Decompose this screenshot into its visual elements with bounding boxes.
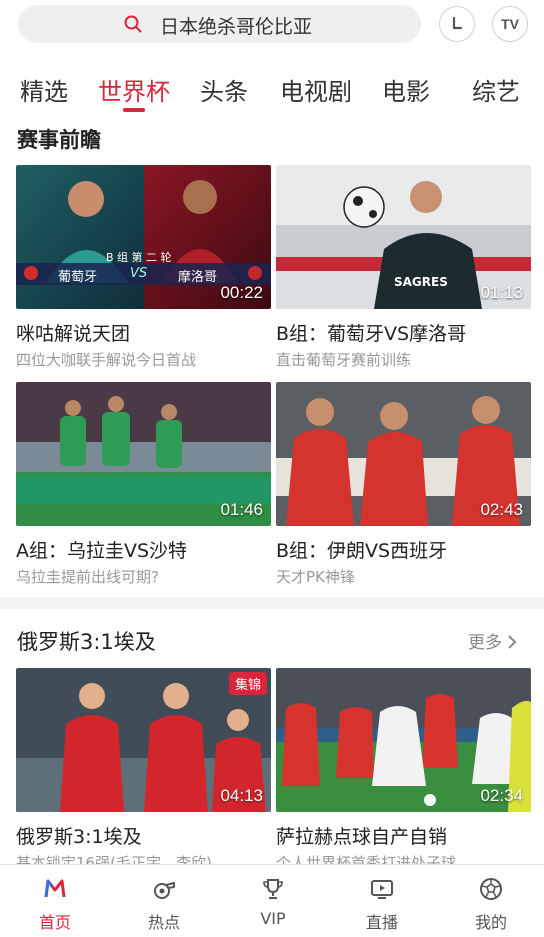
video-thumbnail[interactable]: 02:34 — [276, 668, 531, 812]
bottom-navigation: 首页 热点 VIP 直播 我的 — [0, 864, 544, 937]
nav-label-live: 直播 — [365, 913, 398, 932]
search-bar[interactable]: 日本绝杀哥伦比亚 — [18, 5, 421, 43]
match-round-label: B 组 第 二 轮 — [106, 251, 172, 264]
chevron-right-icon — [508, 635, 517, 649]
video-duration: 02:43 — [480, 500, 523, 519]
trophy-icon — [263, 879, 283, 899]
search-icon — [124, 15, 142, 33]
more-link[interactable]: 更多 — [468, 628, 517, 653]
tab-world-cup[interactable]: 世界杯 — [98, 72, 170, 107]
nav-label-home: 首页 — [38, 913, 71, 932]
highlights-badge: 集锦 — [228, 672, 267, 695]
video-duration: 01:13 — [480, 283, 523, 302]
whistle-icon — [154, 882, 175, 899]
more-label: 更多 — [468, 633, 502, 653]
nav-mine[interactable]: 我的 — [451, 865, 531, 937]
video-subtitle: 天才PK神锋 — [276, 568, 355, 586]
nav-label-mine: 我的 — [474, 913, 507, 932]
video-thumbnail[interactable]: SAGRES 01:13 — [276, 165, 531, 309]
search-query[interactable]: 日本绝杀哥伦比亚 — [160, 12, 312, 39]
football-icon — [480, 878, 502, 900]
nav-label-hot: 热点 — [147, 913, 180, 932]
tab-featured[interactable]: 精选 — [20, 72, 68, 107]
section-title-russia-egypt: 俄罗斯3:1埃及 — [17, 630, 156, 654]
category-tabs: 精选 世界杯 头条 电视剧 电影 综艺 — [0, 68, 544, 116]
nav-hot[interactable]: 热点 — [124, 865, 204, 937]
nav-label-vip: VIP — [260, 909, 286, 928]
video-thumbnail[interactable]: B 组 第 二 轮 葡萄牙 VS 摩洛哥 00:22 — [16, 165, 271, 309]
video-subtitle: 四位大咖联手解说今日首战 — [16, 351, 197, 369]
video-subtitle: 直击葡萄牙赛前训练 — [276, 351, 412, 369]
video-title[interactable]: 萨拉赫点球自产自销 — [276, 822, 447, 849]
tv-play-icon — [371, 880, 393, 899]
nav-vip[interactable]: VIP — [233, 865, 313, 937]
section-divider — [0, 597, 544, 609]
video-duration: 01:46 — [220, 500, 263, 519]
video-thumbnail[interactable]: 01:46 — [16, 382, 271, 526]
video-thumbnail[interactable]: 集锦 04:13 — [16, 668, 271, 812]
video-duration: 00:22 — [220, 283, 263, 302]
tab-tv-series[interactable]: 电视剧 — [280, 72, 352, 107]
clock-icon-button[interactable] — [439, 6, 475, 42]
team-right-label: 摩洛哥 — [178, 270, 218, 285]
video-title[interactable]: 俄罗斯3:1埃及 — [16, 822, 142, 849]
nav-live[interactable]: 直播 — [342, 865, 422, 937]
video-title[interactable]: B组：伊朗VS西班牙 — [276, 536, 447, 563]
video-title[interactable]: 咪咕解说天团 — [16, 319, 130, 346]
clock-icon — [452, 16, 463, 30]
tv-label: TV — [501, 16, 519, 32]
tab-movies[interactable]: 电影 — [382, 72, 430, 107]
video-title[interactable]: B组：葡萄牙VS摩洛哥 — [276, 319, 466, 346]
tab-variety[interactable]: 综艺 — [472, 72, 520, 107]
video-duration: 02:34 — [480, 786, 523, 805]
video-subtitle: 乌拉圭提前出线可期? — [16, 568, 159, 586]
top-bar: 日本绝杀哥伦比亚 TV — [0, 0, 544, 50]
shirt-sponsor-text: SAGRES — [394, 275, 448, 289]
home-icon — [44, 879, 66, 898]
video-title[interactable]: A组：乌拉圭VS沙特 — [16, 536, 187, 563]
tab-headlines[interactable]: 头条 — [200, 72, 248, 107]
team-left-label: 葡萄牙 — [58, 270, 98, 285]
versus-label: VS — [130, 266, 148, 281]
video-duration: 04:13 — [220, 786, 263, 805]
video-thumbnail[interactable]: 02:43 — [276, 382, 531, 526]
tv-cast-button[interactable]: TV — [492, 6, 528, 42]
section-title-preview: 赛事前瞻 — [17, 128, 101, 152]
active-tab-indicator — [123, 108, 145, 112]
nav-home[interactable]: 首页 — [15, 865, 95, 937]
